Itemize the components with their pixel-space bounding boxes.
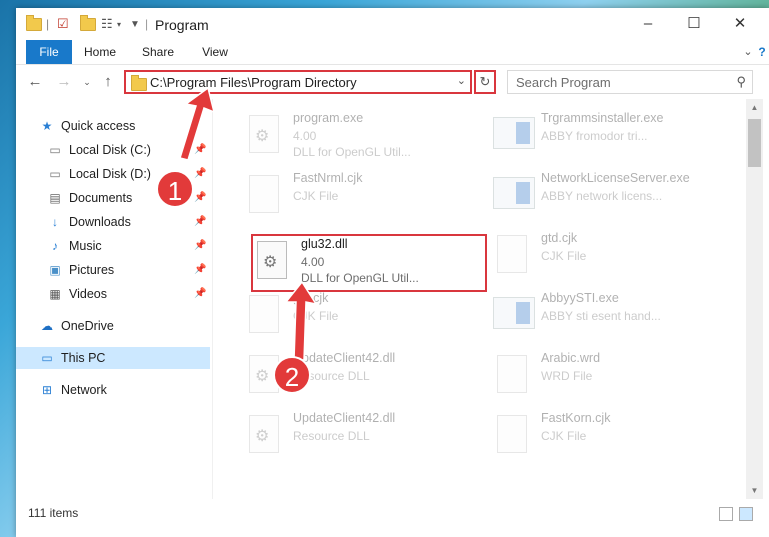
step-1-badge: 1 bbox=[156, 170, 194, 208]
annotation-arrows bbox=[179, 86, 318, 361]
arrow-2 bbox=[284, 280, 318, 361]
arrow-1 bbox=[179, 86, 216, 161]
step-2-badge: 2 bbox=[273, 356, 311, 394]
